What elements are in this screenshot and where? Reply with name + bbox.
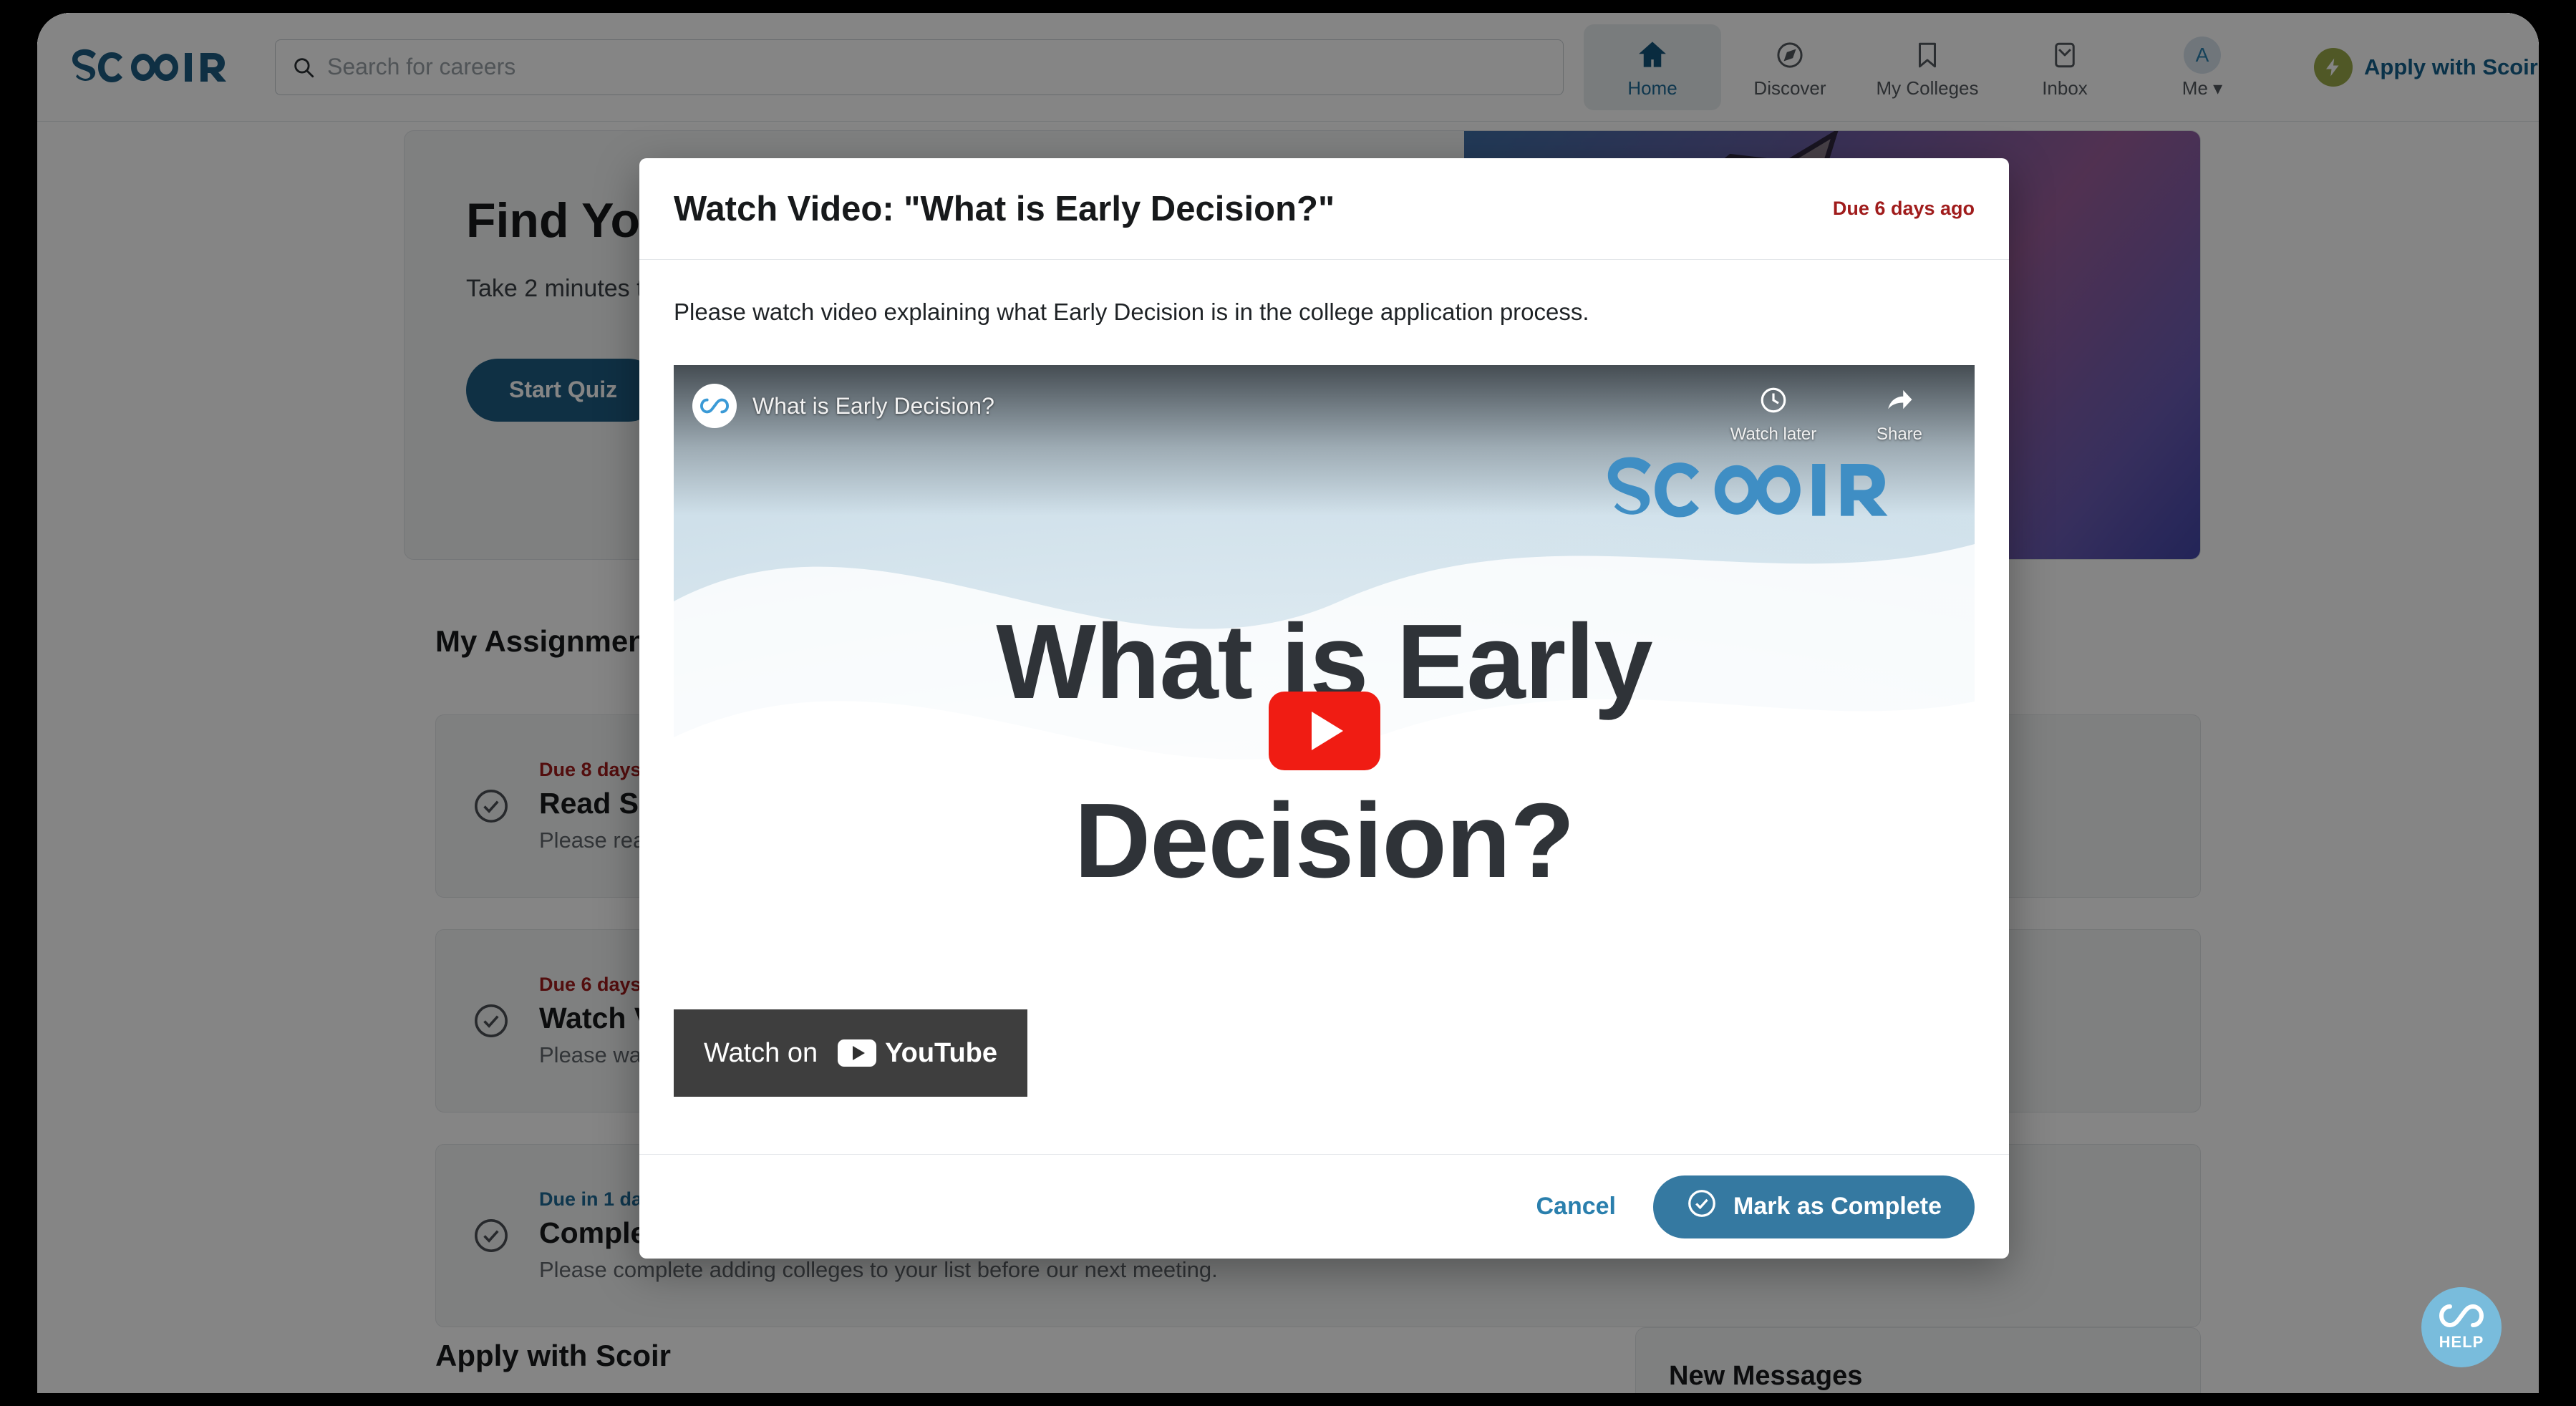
help-bubble-button[interactable]: HELP [2421,1287,2502,1367]
video-channel-header[interactable]: What is Early Decision? [692,384,994,428]
mark-as-complete-label: Mark as Complete [1733,1193,1942,1220]
share-label: Share [1876,425,1923,444]
check-circle-icon [1686,1188,1718,1226]
browser-viewport: Home Discover [37,13,2539,1393]
scoir-infinity-icon [2439,1304,2484,1332]
device-frame: Home Discover [0,0,2576,1406]
help-label: HELP [2439,1332,2484,1351]
modal-due-badge: Due 6 days ago [1832,198,1975,219]
mark-as-complete-button[interactable]: Mark as Complete [1653,1175,1975,1238]
share-arrow-icon [1884,385,1914,420]
watch-on-prefix: Watch on [704,1037,818,1068]
modal-header: Watch Video: "What is Early Decision?" D… [639,158,2009,260]
youtube-video-embed[interactable]: What is Early Decision? Watch later Shar… [674,365,1975,1097]
youtube-wordmark: YouTube [885,1037,998,1068]
share-button[interactable]: Share [1846,381,1953,445]
assignment-modal: Watch Video: "What is Early Decision?" D… [639,158,2009,1259]
watch-later-button[interactable]: Watch later [1720,381,1827,445]
youtube-play-icon[interactable] [1268,692,1380,770]
video-title: What is Early Decision? [752,392,994,419]
watch-later-label: Watch later [1730,425,1817,444]
watch-on-youtube-button[interactable]: Watch on YouTube [674,1009,1028,1097]
scoir-watermark [1607,450,1906,521]
thumbnail-headline-line-2: Decision? [1074,782,1574,900]
cancel-button[interactable]: Cancel [1515,1180,1638,1233]
modal-title: Watch Video: "What is Early Decision?" [674,189,1335,228]
modal-footer: Cancel Mark as Complete [639,1154,2009,1259]
youtube-play-badge-icon [838,1039,877,1067]
modal-description: Please watch video explaining what Early… [674,299,1589,325]
youtube-logo: YouTube [838,1038,997,1069]
modal-body: Please watch video explaining what Early… [639,260,2009,1154]
clock-icon [1758,385,1788,420]
scoir-infinity-icon [692,384,737,428]
video-actions: Watch later Share [1720,381,1953,445]
